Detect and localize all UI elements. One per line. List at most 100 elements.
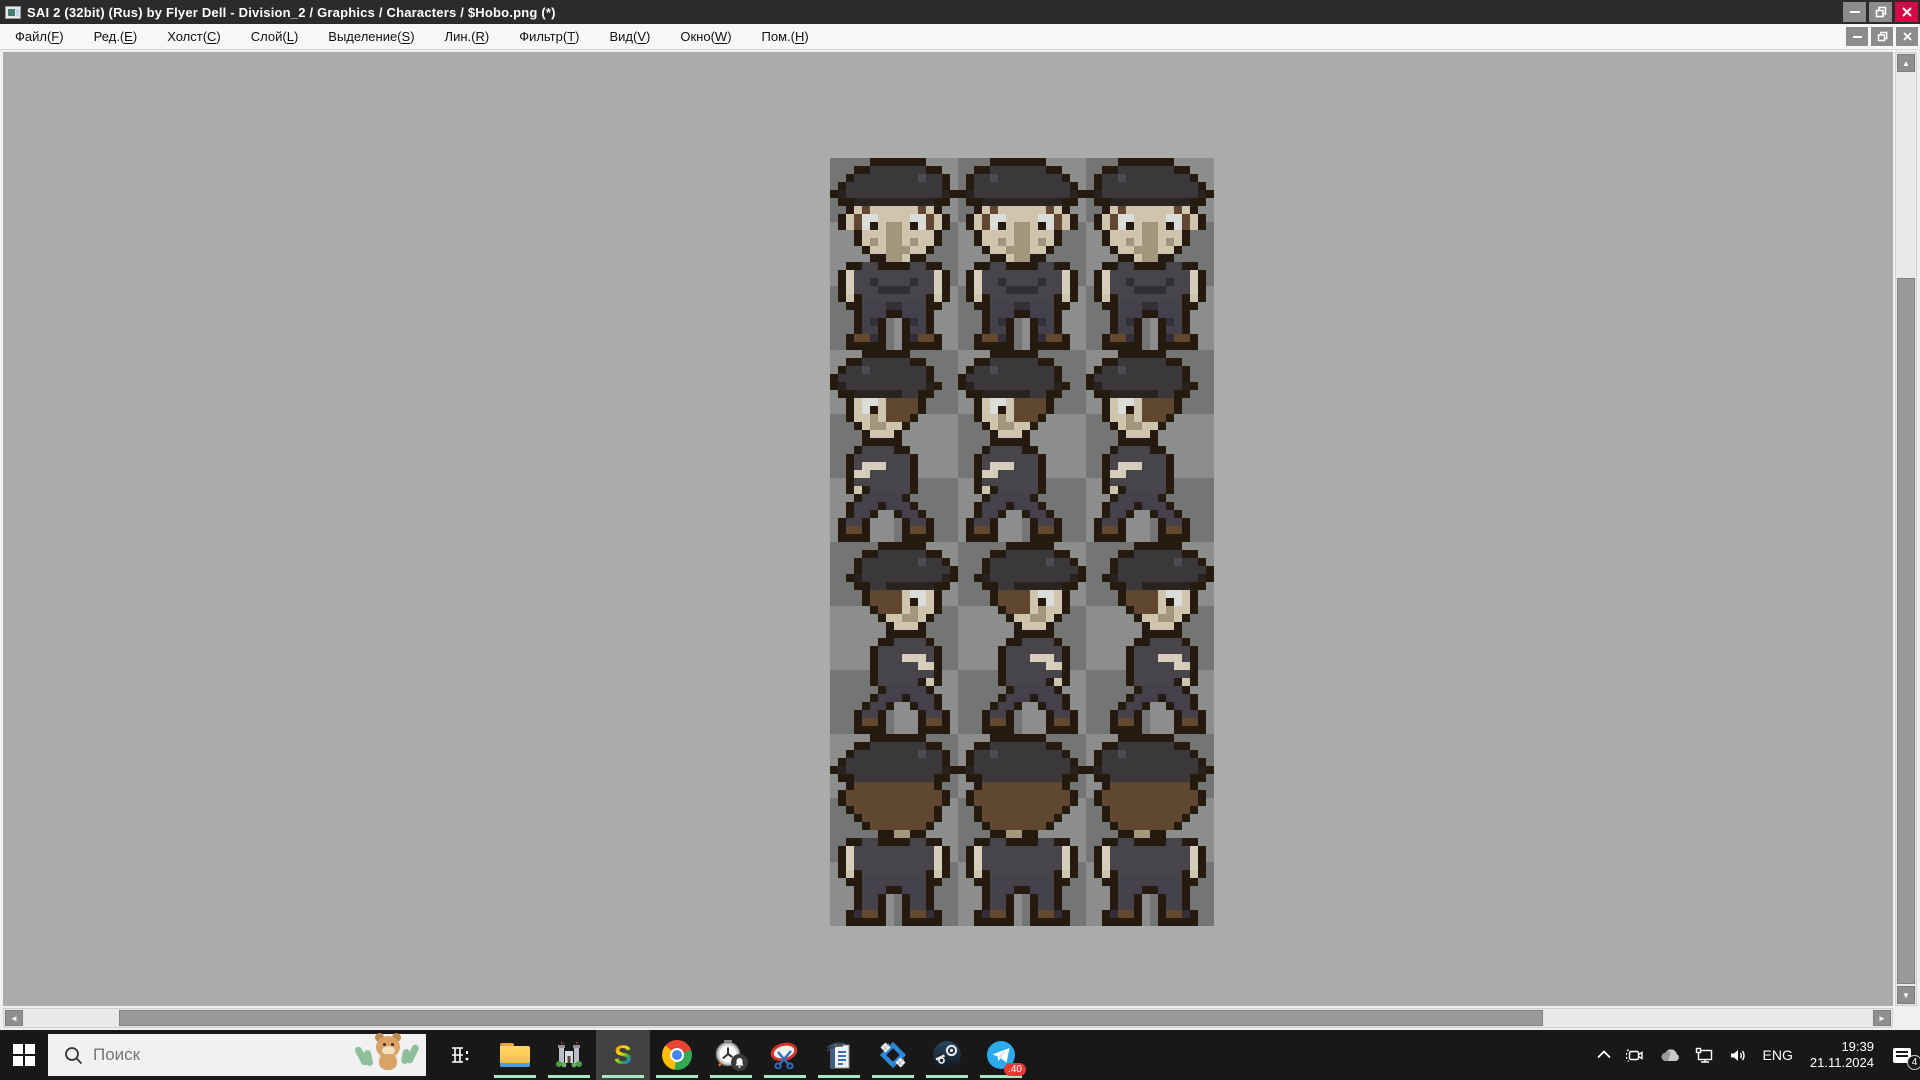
workspace: ▲ ▼ ◄ ► bbox=[0, 50, 1920, 1030]
vertical-scroll-thumb[interactable] bbox=[1897, 278, 1915, 984]
onedrive-button[interactable] bbox=[1652, 1030, 1688, 1080]
menu-item-файл[interactable]: Файл(F) bbox=[0, 24, 79, 49]
clock[interactable]: 19:39 21.11.2024 bbox=[1800, 1039, 1884, 1071]
sprite-frame bbox=[1086, 350, 1214, 542]
menu-item-холст[interactable]: Холст(C) bbox=[152, 24, 236, 49]
sprite-frame bbox=[830, 542, 958, 734]
scroll-down-button[interactable]: ▼ bbox=[1897, 986, 1915, 1004]
alarm-clock-icon bbox=[714, 1039, 748, 1071]
menu-item-выделение[interactable]: Выделение(S) bbox=[313, 24, 429, 49]
chevron-up-icon bbox=[1596, 1048, 1612, 1062]
child-minimize-button[interactable] bbox=[1846, 27, 1868, 46]
file-explorer-icon bbox=[500, 1043, 530, 1067]
scroll-left-button[interactable]: ◄ bbox=[5, 1010, 23, 1026]
volume-button[interactable] bbox=[1722, 1030, 1756, 1080]
chrome-icon bbox=[662, 1040, 692, 1070]
tray-expand-button[interactable] bbox=[1589, 1030, 1619, 1080]
task-view-icon bbox=[448, 1042, 474, 1068]
scroll-right-button[interactable]: ► bbox=[1873, 1010, 1891, 1026]
search-input[interactable] bbox=[93, 1045, 293, 1065]
title-bar: SAI 2 (32bit) (Rus) by Flyer Dell - Divi… bbox=[0, 0, 1920, 24]
speaker-icon bbox=[1729, 1047, 1749, 1064]
sprite-frame bbox=[830, 350, 958, 542]
restore-icon bbox=[1875, 6, 1887, 18]
running-indicator bbox=[548, 1075, 590, 1078]
menu-bar: Файл(F)Ред.(E)Холст(C)Слой(L)Выделение(S… bbox=[0, 24, 1920, 50]
taskbar-app-sai2[interactable]: S bbox=[596, 1030, 650, 1080]
menu-item-фильтр[interactable]: Фильтр(T) bbox=[504, 24, 594, 49]
blue-box-app-icon bbox=[878, 1040, 908, 1070]
camera-icon bbox=[1626, 1047, 1645, 1064]
minimize-icon bbox=[1853, 32, 1862, 41]
meet-now-button[interactable] bbox=[1619, 1030, 1652, 1080]
running-indicator bbox=[494, 1075, 536, 1078]
sprite-frame bbox=[830, 158, 958, 350]
bell-badge-icon bbox=[731, 1054, 748, 1071]
restore-button[interactable] bbox=[1869, 2, 1892, 22]
clock-date: 21.11.2024 bbox=[1810, 1055, 1874, 1071]
close-icon bbox=[1903, 32, 1912, 41]
taskbar: S .40 bbox=[0, 1030, 1920, 1080]
canvas-viewport[interactable] bbox=[3, 52, 1893, 1006]
castle-game-icon bbox=[555, 1041, 583, 1069]
minimize-button[interactable] bbox=[1843, 2, 1866, 22]
sprite-frame bbox=[1086, 542, 1214, 734]
menu-item-вид[interactable]: Вид(V) bbox=[595, 24, 666, 49]
taskbar-app-steam[interactable] bbox=[920, 1030, 974, 1080]
running-indicator bbox=[764, 1075, 806, 1078]
clock-time: 19:39 bbox=[1810, 1039, 1874, 1055]
running-indicator bbox=[872, 1075, 914, 1078]
taskbar-app-blue-box-app[interactable] bbox=[866, 1030, 920, 1080]
sprite-frame bbox=[958, 158, 1086, 350]
menu-item-ред[interactable]: Ред.(E) bbox=[79, 24, 153, 49]
scroll-up-button[interactable]: ▲ bbox=[1897, 54, 1915, 72]
window-title: SAI 2 (32bit) (Rus) by Flyer Dell - Divi… bbox=[27, 5, 556, 20]
sprite-frame bbox=[958, 350, 1086, 542]
unread-count-badge: .40 bbox=[1004, 1063, 1026, 1076]
close-button[interactable] bbox=[1895, 2, 1918, 22]
search-icon bbox=[64, 1046, 83, 1065]
app-icon bbox=[5, 6, 21, 19]
restore-icon bbox=[1877, 31, 1888, 42]
network-icon bbox=[1695, 1047, 1715, 1064]
taskbar-app-game-castle[interactable] bbox=[542, 1030, 596, 1080]
sprite-frame bbox=[958, 734, 1086, 926]
taskbar-search[interactable] bbox=[48, 1034, 426, 1076]
taskbar-app-task-view[interactable] bbox=[434, 1030, 488, 1080]
text-editor-icon bbox=[825, 1040, 853, 1070]
windows-logo-icon bbox=[11, 1042, 37, 1068]
taskbar-app-text-editor[interactable] bbox=[812, 1030, 866, 1080]
taskbar-app-file-explorer[interactable] bbox=[488, 1030, 542, 1080]
cloud-icon bbox=[1659, 1048, 1681, 1063]
running-indicator bbox=[602, 1075, 644, 1078]
running-indicator bbox=[818, 1075, 860, 1078]
hobo-sprite-sheet bbox=[830, 158, 1214, 926]
taskbar-app-telegram[interactable]: .40 bbox=[974, 1030, 1028, 1080]
menu-item-лин[interactable]: Лин.(R) bbox=[430, 24, 505, 49]
taskbar-app-chrome[interactable] bbox=[650, 1030, 704, 1080]
taskbar-app-alarm-clock[interactable] bbox=[704, 1030, 758, 1080]
child-restore-button[interactable] bbox=[1871, 27, 1893, 46]
vertical-scrollbar[interactable]: ▲ ▼ bbox=[1895, 52, 1917, 1006]
horizontal-scrollbar[interactable]: ◄ ► bbox=[3, 1008, 1893, 1028]
menu-item-слой[interactable]: Слой(L) bbox=[236, 24, 314, 49]
notification-count-badge: 4 bbox=[1907, 1055, 1920, 1070]
system-tray: ENG 19:39 21.11.2024 4 bbox=[1589, 1030, 1920, 1080]
child-close-button[interactable] bbox=[1896, 27, 1918, 46]
notification-center-button[interactable]: 4 bbox=[1884, 1030, 1920, 1080]
sprite-frame bbox=[1086, 158, 1214, 350]
horizontal-scroll-thumb[interactable] bbox=[119, 1010, 1543, 1026]
search-highlight-lion-image[interactable] bbox=[356, 1032, 420, 1076]
menu-item-окно[interactable]: Окно(W) bbox=[665, 24, 746, 49]
running-indicator bbox=[926, 1075, 968, 1078]
sprite-frame bbox=[1086, 734, 1214, 926]
start-button[interactable] bbox=[0, 1030, 48, 1080]
sprite-frame bbox=[958, 542, 1086, 734]
taskbar-app-screenshot-tool[interactable] bbox=[758, 1030, 812, 1080]
language-indicator[interactable]: ENG bbox=[1756, 1030, 1800, 1080]
running-indicator bbox=[656, 1075, 698, 1078]
menu-item-пом[interactable]: Пом.(H) bbox=[747, 24, 824, 49]
minimize-icon bbox=[1850, 7, 1860, 17]
network-button[interactable] bbox=[1688, 1030, 1722, 1080]
sprite-frame bbox=[830, 734, 958, 926]
